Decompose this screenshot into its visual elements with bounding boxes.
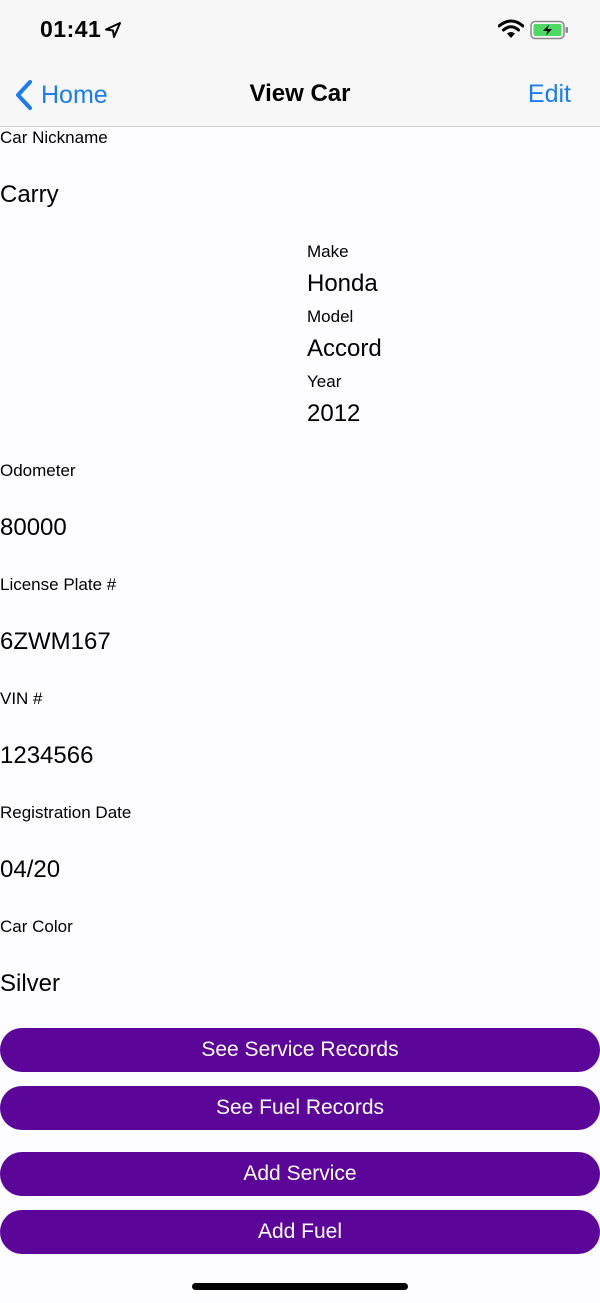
location-arrow-icon	[105, 22, 121, 38]
status-bar: 01:41	[0, 0, 600, 64]
page-title: View Car	[249, 80, 351, 107]
see-service-records-button[interactable]: See Service Records	[0, 1028, 600, 1072]
vin-value: 1234566	[0, 742, 94, 769]
add-service-button[interactable]: Add Service	[0, 1152, 600, 1196]
model-value: Accord	[307, 335, 382, 362]
license-plate-value: 6ZWM167	[0, 628, 111, 655]
navigation-bar: Home View Car Edit	[0, 64, 600, 127]
car-color-value: Silver	[0, 970, 61, 997]
registration-date-label: Registration Date	[0, 803, 132, 822]
year-value: 2012	[307, 400, 361, 427]
vin-label: VIN #	[0, 689, 43, 708]
nickname-value: Carry	[0, 181, 59, 208]
nickname-label: Car Nickname	[0, 128, 108, 147]
make-label: Make	[307, 242, 349, 261]
battery-charging-icon	[530, 20, 568, 40]
odometer-value: 80000	[0, 514, 67, 541]
license-plate-label: License Plate #	[0, 575, 117, 594]
year-label: Year	[307, 372, 342, 391]
edit-button[interactable]: Edit	[528, 80, 571, 109]
model-label: Model	[307, 307, 354, 326]
wifi-icon	[498, 19, 524, 38]
see-fuel-records-button[interactable]: See Fuel Records	[0, 1086, 600, 1130]
add-fuel-button[interactable]: Add Fuel	[0, 1210, 600, 1254]
odometer-label: Odometer	[0, 461, 76, 480]
home-indicator[interactable]	[192, 1283, 408, 1290]
make-value: Honda	[307, 270, 378, 297]
status-time: 01:41	[40, 16, 102, 42]
registration-date-value: 04/20	[0, 856, 61, 883]
car-color-label: Car Color	[0, 917, 73, 936]
